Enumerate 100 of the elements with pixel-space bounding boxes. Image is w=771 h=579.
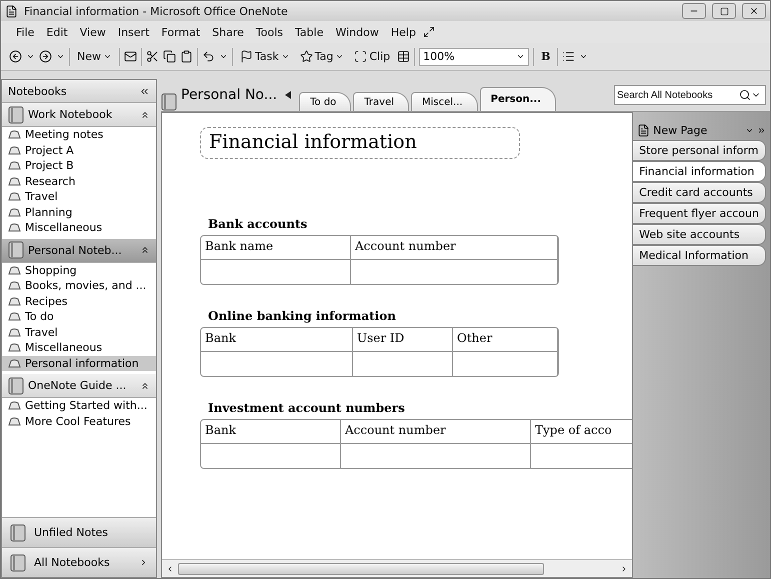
notebook-title: Personal No... <box>180 87 278 105</box>
copy-icon <box>163 50 176 63</box>
expand-icon <box>757 126 766 134</box>
caret-icon <box>26 52 35 61</box>
section-icon <box>8 130 21 140</box>
page-tab[interactable]: Frequent flyer accoun <box>633 203 766 224</box>
caret-icon <box>280 52 290 61</box>
section-item[interactable]: Research <box>2 174 156 189</box>
restore-button[interactable] <box>712 3 736 19</box>
menu-item[interactable]: File <box>11 24 40 40</box>
clip-button[interactable]: Clip <box>351 48 394 65</box>
section-item[interactable]: Travel <box>2 324 156 340</box>
section-item[interactable]: Personal information <box>2 356 156 371</box>
horizontal-scrollbar[interactable] <box>162 559 632 577</box>
page-icon <box>637 124 650 136</box>
dropdown-icon <box>516 52 526 61</box>
page-tab[interactable]: Credit card accounts <box>633 182 766 203</box>
zoom-field[interactable]: 100% <box>419 48 530 66</box>
section-icon <box>8 328 21 337</box>
back-icon <box>9 50 22 63</box>
column-header: Account number <box>351 236 558 260</box>
all-notebooks-button[interactable]: All Notebooks <box>2 547 156 577</box>
section-icon <box>8 358 21 368</box>
paste-icon <box>180 50 193 63</box>
section-item[interactable]: Project B <box>2 158 156 174</box>
notebook-header[interactable]: Work Notebook <box>2 103 156 127</box>
section-tab[interactable]: Miscel... <box>411 92 478 111</box>
minimize-button[interactable] <box>682 3 706 19</box>
undo-icon <box>202 50 215 63</box>
column-header: Account number <box>341 420 531 444</box>
collapse-icon <box>140 110 150 120</box>
notebook-header[interactable]: OneNote Guide ... <box>2 374 156 398</box>
bold-button[interactable]: B <box>538 48 554 65</box>
scroll-left-icon[interactable] <box>285 91 292 99</box>
fullscreen-icon <box>422 26 435 38</box>
section-icon <box>8 416 21 426</box>
close-icon <box>749 6 759 16</box>
menu-item[interactable]: Insert <box>112 24 154 40</box>
section-item[interactable]: Miscellaneous <box>2 340 156 356</box>
section-tab[interactable]: To do <box>299 92 352 111</box>
notebook-icon <box>10 554 26 572</box>
section-icon <box>8 192 21 202</box>
collapse-icon <box>140 380 150 390</box>
menu-item[interactable]: Window <box>330 24 384 40</box>
menu-item[interactable]: Help <box>386 24 421 40</box>
column-header: Bank <box>201 328 353 352</box>
section-item[interactable]: Planning <box>2 204 156 220</box>
section-item[interactable]: Books, movies, and ... <box>2 278 156 294</box>
section-item[interactable]: Meeting notes <box>2 127 156 142</box>
menu-item[interactable]: Tools <box>250 24 288 40</box>
new-button[interactable]: New <box>74 48 115 65</box>
page-tab[interactable]: Financial information <box>633 161 766 182</box>
email-icon <box>124 50 137 63</box>
section-item[interactable]: Getting Started with... <box>2 398 156 414</box>
caret-icon <box>335 52 344 61</box>
section-item[interactable]: Recipes <box>2 294 156 309</box>
menu-item[interactable]: Format <box>156 24 206 40</box>
close-button[interactable] <box>742 3 766 19</box>
section-item[interactable]: Travel <box>2 189 156 204</box>
app-icon <box>5 4 18 18</box>
section-icon <box>8 223 21 232</box>
page-tab[interactable]: Medical Information <box>633 245 766 266</box>
flag-icon <box>240 50 253 63</box>
new-page-button[interactable]: New Page <box>633 120 770 140</box>
table-heading: Bank accounts <box>208 217 308 231</box>
section-item[interactable]: Shopping <box>2 262 156 278</box>
cut-icon <box>146 50 159 63</box>
tag-button[interactable]: Tag <box>296 48 348 65</box>
page-tab[interactable]: Store personal inform <box>633 140 766 161</box>
section-item[interactable]: Project A <box>2 142 156 158</box>
section-icon <box>8 176 21 186</box>
section-icon <box>8 161 21 170</box>
caret-icon <box>579 52 588 61</box>
section-tab[interactable]: Person... <box>480 87 556 111</box>
column-header: Bank <box>201 420 341 444</box>
section-icon <box>8 343 21 352</box>
section-item[interactable]: To do <box>2 309 156 324</box>
menu-item[interactable]: Edit <box>41 24 73 40</box>
pane-title: Notebooks <box>8 84 67 98</box>
section-item[interactable]: More Cool Features <box>2 414 156 429</box>
window-title: Financial information - Microsoft Office OneNote <box>24 4 289 18</box>
page-tab[interactable]: Web site accounts <box>633 224 766 245</box>
section-item[interactable]: Miscellaneous <box>2 220 156 236</box>
task-button[interactable]: Task <box>237 48 293 65</box>
search-icon <box>739 89 751 101</box>
section-icon <box>8 208 21 217</box>
section-icon <box>8 401 21 410</box>
notebook-icon <box>8 376 24 394</box>
star-icon <box>300 50 313 63</box>
unfiled-notes-button[interactable]: Unfiled Notes <box>2 517 156 547</box>
search-box[interactable]: Search All Notebooks <box>614 85 766 105</box>
page-title: Financial information <box>200 127 520 159</box>
scroll-left-icon <box>166 564 174 572</box>
section-tab[interactable]: Travel <box>353 92 410 111</box>
menu-item[interactable]: View <box>74 24 111 40</box>
restore-icon <box>720 6 728 16</box>
menu-item[interactable]: Table <box>290 24 328 40</box>
caret-icon <box>56 52 65 61</box>
notebook-header[interactable]: Personal Noteb... <box>2 238 156 262</box>
menu-item[interactable]: Share <box>207 24 249 40</box>
